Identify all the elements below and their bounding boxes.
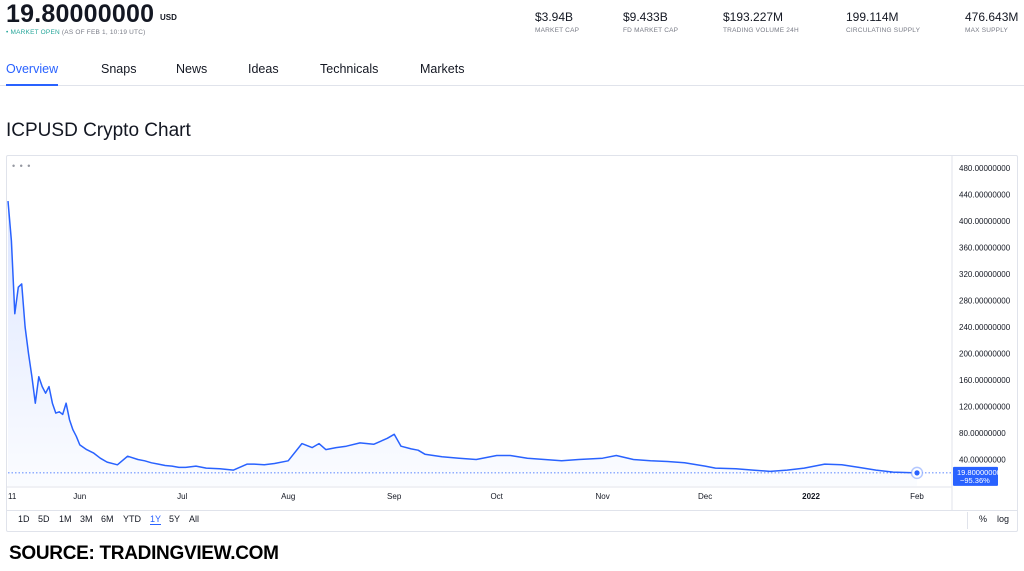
stat-label: MARKET CAP: [535, 27, 580, 34]
chart-menu-icon[interactable]: • • •: [12, 161, 31, 171]
stat-label: MAX SUPPLY: [965, 27, 1009, 34]
stat-trading-volume: $193.227M TRADING VOLUME 24H: [723, 10, 799, 34]
current-price: 19.80000000: [6, 0, 155, 28]
stat-value: $193.227M: [723, 10, 784, 24]
source-caption: SOURCE: TRADINGVIEW.COM: [9, 543, 279, 564]
stat-label: CIRCULATING SUPPLY: [846, 27, 921, 34]
active-tab-indicator: [6, 84, 58, 86]
tab-ideas[interactable]: Ideas: [248, 62, 279, 76]
market-open-label: MARKET OPEN: [10, 29, 60, 36]
stat-label: TRADING VOLUME 24H: [723, 27, 799, 34]
range-button-6m[interactable]: 6M: [101, 514, 114, 524]
range-button-ytd[interactable]: YTD: [123, 514, 141, 524]
stat-circulating-supply: 199.114M CIRCULATING SUPPLY: [846, 10, 920, 34]
tab-technicals[interactable]: Technicals: [320, 62, 378, 76]
market-status: • MARKET OPEN (AS OF FEB 1, 10:19 UTC): [6, 29, 145, 36]
tab-news[interactable]: News: [176, 62, 207, 76]
symbol-header: 19.80000000 USD • MARKET OPEN (AS OF FEB…: [0, 0, 1024, 48]
chart-container: [6, 155, 1018, 532]
log-scale-button[interactable]: log: [997, 514, 1009, 524]
percent-scale-button[interactable]: %: [979, 514, 987, 524]
range-button-5y[interactable]: 5Y: [169, 514, 180, 524]
tab-snaps[interactable]: Snaps: [101, 62, 136, 76]
stat-value: $9.433B: [623, 10, 668, 24]
range-button-3m[interactable]: 3M: [80, 514, 93, 524]
market-time: (AS OF FEB 1, 10:19 UTC): [61, 29, 146, 36]
tab-overview[interactable]: Overview: [6, 62, 58, 76]
page-title: ICPUSD Crypto Chart: [6, 120, 191, 141]
stat-value: 199.114M: [846, 10, 899, 24]
stat-label: FD MARKET CAP: [623, 27, 679, 34]
stat-value: 476.643M: [965, 10, 1019, 24]
range-button-1y[interactable]: 1Y: [150, 514, 162, 525]
stat-max-supply: 476.643M MAX SUPPLY: [965, 10, 1018, 34]
stat-value: $3.94B: [535, 10, 574, 24]
price-currency: USD: [160, 13, 177, 22]
range-button-5d[interactable]: 5D: [38, 514, 50, 524]
tab-markets[interactable]: Markets: [420, 62, 464, 76]
status-dot-icon: •: [6, 29, 9, 36]
range-button-1m[interactable]: 1M: [59, 514, 72, 524]
section-tabs: Overview Snaps News Ideas Technicals Mar…: [0, 58, 1024, 86]
stat-market-cap: $3.94B MARKET CAP: [535, 10, 579, 34]
toolbar-divider: [967, 512, 968, 529]
stat-fd-market-cap: $9.433B FD MARKET CAP: [623, 10, 678, 34]
range-button-all[interactable]: All: [189, 514, 199, 524]
range-button-1d[interactable]: 1D: [18, 514, 30, 524]
